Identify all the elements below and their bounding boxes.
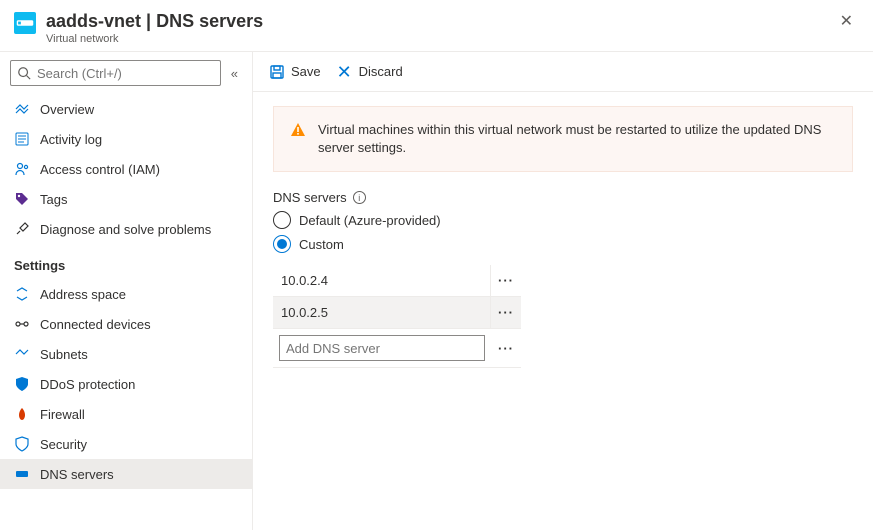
sidebar-item-subnets[interactable]: Subnets xyxy=(0,339,252,369)
security-icon xyxy=(14,436,30,452)
close-button[interactable]: ✕ xyxy=(834,10,859,34)
vnet-icon xyxy=(14,12,36,34)
page-title: aadds-vnet | DNS servers xyxy=(46,10,834,32)
save-button[interactable]: Save xyxy=(269,64,321,80)
firewall-icon xyxy=(14,406,30,422)
row-more-button[interactable]: ··· xyxy=(491,273,521,288)
dns-ip[interactable]: 10.0.2.5 xyxy=(273,297,491,328)
sidebar-item-label: Activity log xyxy=(40,132,102,147)
dns-server-row: 10.0.2.5 ··· xyxy=(273,297,521,329)
sidebar-item-label: Overview xyxy=(40,102,94,117)
page-header: aadds-vnet | DNS servers Virtual network… xyxy=(0,0,873,52)
radio-label: Custom xyxy=(299,237,344,252)
discard-icon: ✕ xyxy=(337,64,353,80)
sidebar-item-dns-servers[interactable]: DNS servers xyxy=(0,459,252,489)
radio-input[interactable] xyxy=(273,235,291,253)
sidebar-item-firewall[interactable]: Firewall xyxy=(0,399,252,429)
diagnose-icon xyxy=(14,221,30,237)
info-icon[interactable]: i xyxy=(353,191,366,204)
sidebar-item-label: Access control (IAM) xyxy=(40,162,160,177)
sidebar-item-diagnose[interactable]: Diagnose and solve problems xyxy=(0,214,252,244)
sidebar-item-label: Security xyxy=(40,437,87,452)
dns-icon xyxy=(14,466,30,482)
discard-button[interactable]: ✕ Discard xyxy=(337,64,403,80)
add-dns-input[interactable] xyxy=(279,335,485,361)
search-icon xyxy=(17,66,31,80)
sidebar-item-label: Connected devices xyxy=(40,317,151,332)
sidebar-item-label: Tags xyxy=(40,192,67,207)
sidebar-section-settings: Settings xyxy=(0,244,252,279)
sidebar-item-connected-devices[interactable]: Connected devices xyxy=(0,309,252,339)
access-control-icon xyxy=(14,161,30,177)
shield-icon xyxy=(14,376,30,392)
sidebar-item-address-space[interactable]: Address space xyxy=(0,279,252,309)
warning-icon xyxy=(290,122,306,138)
tags-icon xyxy=(14,191,30,207)
radio-input[interactable] xyxy=(273,211,291,229)
dns-server-row: 10.0.2.4 ··· xyxy=(273,265,521,297)
dns-section-label: DNS servers i xyxy=(273,190,853,205)
command-bar: Save ✕ Discard xyxy=(253,52,873,92)
collapse-sidebar-button[interactable]: « xyxy=(227,62,242,85)
sidebar-item-activity-log[interactable]: Activity log xyxy=(0,124,252,154)
dns-server-list: 10.0.2.4 ··· 10.0.2.5 ··· ··· xyxy=(273,265,521,368)
page-subtitle: Virtual network xyxy=(46,33,834,45)
sidebar-item-label: DDoS protection xyxy=(40,377,135,392)
sidebar-item-label: DNS servers xyxy=(40,467,114,482)
sidebar-item-label: Diagnose and solve problems xyxy=(40,222,211,237)
sidebar-item-label: Subnets xyxy=(40,347,88,362)
main-panel: Save ✕ Discard Virtual machines within t… xyxy=(253,52,873,530)
sidebar-item-tags[interactable]: Tags xyxy=(0,184,252,214)
row-more-button[interactable]: ··· xyxy=(491,341,521,356)
dns-add-row: ··· xyxy=(273,329,521,368)
radio-label: Default (Azure-provided) xyxy=(299,213,441,228)
discard-label: Discard xyxy=(359,64,403,79)
sidebar-item-label: Firewall xyxy=(40,407,85,422)
activity-log-icon xyxy=(14,131,30,147)
save-icon xyxy=(269,64,285,80)
address-space-icon xyxy=(14,286,30,302)
sidebar-item-overview[interactable]: Overview xyxy=(0,94,252,124)
dns-ip[interactable]: 10.0.2.4 xyxy=(273,265,491,296)
warning-alert: Virtual machines within this virtual net… xyxy=(273,106,853,172)
sidebar-item-ddos[interactable]: DDoS protection xyxy=(0,369,252,399)
sidebar-item-security[interactable]: Security xyxy=(0,429,252,459)
save-label: Save xyxy=(291,64,321,79)
subnets-icon xyxy=(14,346,30,362)
alert-text: Virtual machines within this virtual net… xyxy=(318,121,836,157)
overview-icon xyxy=(14,101,30,117)
sidebar: « Overview Activity log Access control (… xyxy=(0,52,253,530)
radio-custom[interactable]: Custom xyxy=(273,235,853,253)
sidebar-item-access-control[interactable]: Access control (IAM) xyxy=(0,154,252,184)
radio-default[interactable]: Default (Azure-provided) xyxy=(273,211,853,229)
row-more-button[interactable]: ··· xyxy=(491,305,521,320)
search-input[interactable] xyxy=(37,66,214,81)
connected-devices-icon xyxy=(14,316,30,332)
sidebar-item-label: Address space xyxy=(40,287,126,302)
search-input-wrapper[interactable] xyxy=(10,60,221,86)
